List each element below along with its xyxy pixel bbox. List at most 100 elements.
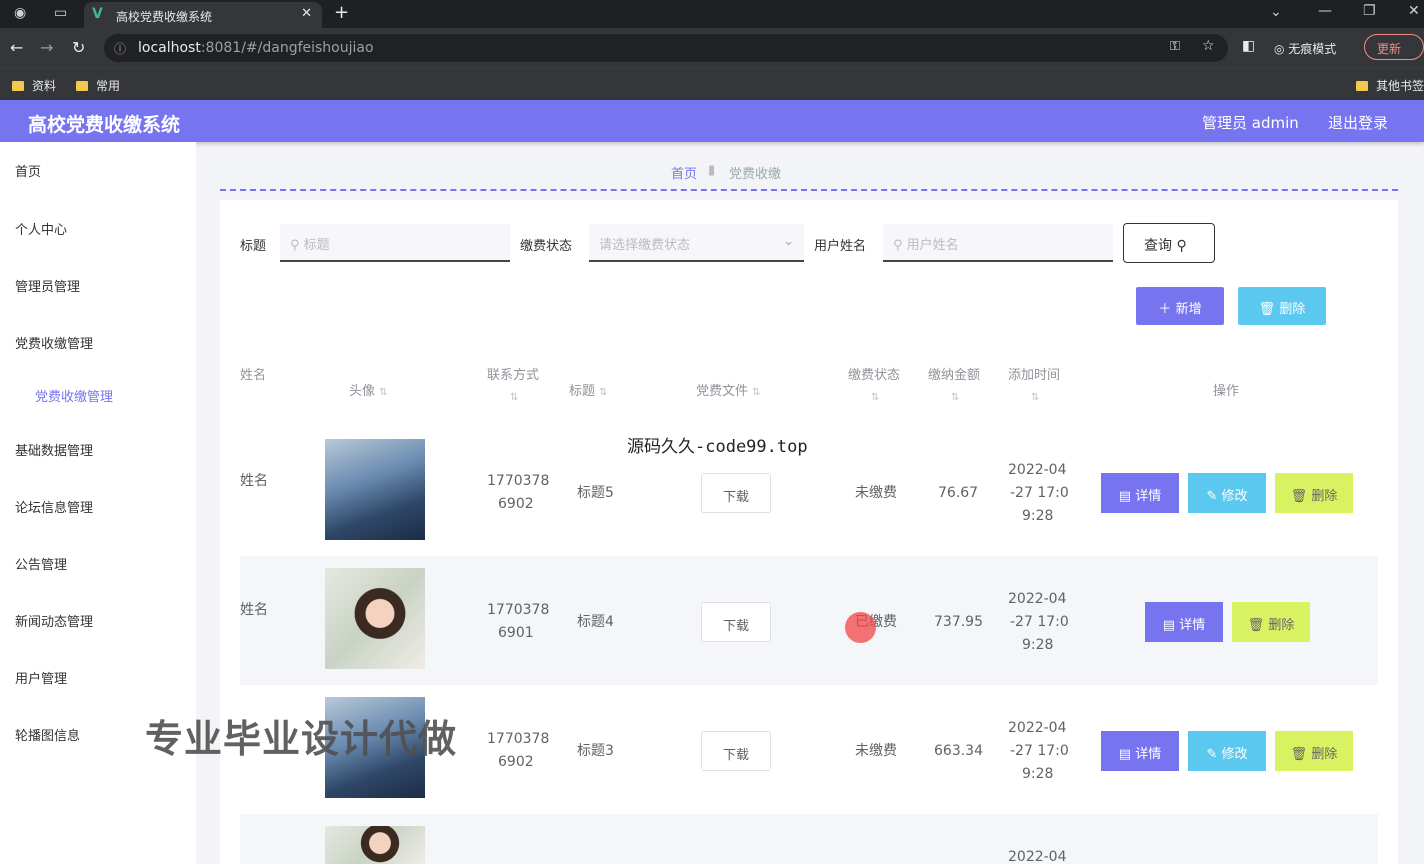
cell-status: 未缴费 [855, 485, 897, 501]
browser-tab[interactable]: V 高校党费收缴系统 ✕ [84, 2, 322, 28]
search-icon: ⚲ [1176, 238, 1187, 254]
sidebar-item-profile[interactable]: 个人中心 [15, 219, 67, 238]
query-button[interactable]: 查询 ⚲ [1123, 223, 1215, 263]
cell-time: 2022-04 [1008, 720, 1067, 736]
download-button[interactable]: 下载 [701, 473, 771, 513]
info-icon[interactable]: ⓘ [114, 40, 126, 57]
download-button[interactable]: 下载 [701, 602, 771, 642]
sort-icon[interactable]: ⇅ [510, 392, 518, 403]
cell-time: 9:28 [1022, 637, 1054, 653]
bookmarks-bar: 资料 常用 其他书签 [0, 68, 1424, 100]
url-input[interactable]: ⓘ localhost:8081/#/dangfeishoujiao ⚿ ☆ [104, 34, 1228, 62]
add-button[interactable]: ＋ 新增 [1136, 287, 1224, 325]
browser-menu-icon[interactable]: ◉ [14, 5, 26, 21]
detail-button[interactable]: ▤ 详情 [1101, 473, 1179, 513]
breadcrumb-divider [220, 189, 1398, 191]
delete-button[interactable]: 🗑 删除 [1275, 731, 1353, 771]
tab-search-icon[interactable]: ▭ [54, 5, 67, 21]
delete-button[interactable]: 🗑 删除 [1275, 473, 1353, 513]
cell-amount: 663.34 [934, 743, 983, 759]
cell-phone: 1770378 [487, 602, 550, 618]
name-filter-input[interactable]: ⚲ 用户姓名 [883, 224, 1113, 262]
trash-icon: 🗑 [1258, 302, 1280, 317]
download-button[interactable]: 下载 [701, 731, 771, 771]
chevron-down-icon[interactable]: ⌄ [1270, 4, 1282, 20]
edit-label: 修改 [1221, 489, 1248, 504]
sort-icon[interactable]: ⇅ [951, 392, 959, 403]
sidebar-item-forum[interactable]: 论坛信息管理 [15, 497, 93, 516]
trash-icon: 🗑 [1290, 747, 1312, 762]
cell-time: 2022-04 [1008, 462, 1067, 478]
incognito-label: 无痕模式 [1288, 42, 1337, 56]
trash-icon: 🗑 [1290, 489, 1312, 504]
minimize-icon[interactable]: — [1318, 3, 1332, 19]
other-bookmarks[interactable]: 其他书签 [1356, 77, 1424, 94]
new-tab-icon[interactable]: + [334, 2, 349, 23]
delete-button[interactable]: 🗑 删除 [1232, 602, 1310, 642]
header-amount: 缴纳金额 [928, 368, 981, 383]
sidepanel-icon[interactable]: ◧ [1242, 38, 1255, 54]
reload-icon[interactable]: ↻ [72, 38, 85, 57]
url-text: localhost:8081/#/dangfeishoujiao [138, 40, 374, 56]
sort-icon: ⇅ [752, 387, 761, 398]
delete-label: 删除 [1311, 747, 1338, 762]
browser-tab-bar: ◉ ▭ V 高校党费收缴系统 ✕ + ⌄ — ❐ ✕ [0, 0, 1424, 28]
title-filter-input[interactable]: ⚲ 标题 [280, 224, 510, 262]
star-icon[interactable]: ☆ [1202, 38, 1215, 54]
folder-icon [76, 81, 88, 91]
detail-label: 详情 [1135, 489, 1162, 504]
key-icon[interactable]: ⚿ [1170, 39, 1180, 54]
sidebar-item-dues[interactable]: 党费收缴管理 [15, 333, 93, 352]
status-filter-select[interactable]: 请选择缴费状态 ⌄ [589, 224, 804, 262]
header-title[interactable]: 标题 ⇅ [569, 380, 608, 399]
title-filter-placeholder: 标题 [303, 238, 330, 253]
detail-button[interactable]: ▤ 详情 [1101, 731, 1179, 771]
name-filter-label: 用户姓名 [814, 239, 867, 254]
cursor-highlight [845, 612, 876, 643]
edit-button[interactable]: ✎ 修改 [1188, 731, 1266, 771]
header-file[interactable]: 党费文件 ⇅ [696, 380, 761, 399]
header-status: 缴费状态 [848, 368, 901, 383]
back-icon[interactable]: ← [10, 38, 23, 57]
search-icon: ⚲ [893, 238, 907, 253]
folder-icon [12, 81, 24, 91]
sidebar-item-admins[interactable]: 管理员管理 [15, 276, 80, 295]
close-window-icon[interactable]: ✕ [1408, 3, 1420, 19]
forward-icon[interactable]: → [40, 38, 53, 57]
detail-label: 详情 [1135, 747, 1162, 762]
logout-button[interactable]: 退出登录 [1328, 112, 1388, 133]
sidebar-item-basic-data[interactable]: 基础数据管理 [15, 440, 93, 459]
app-header: 高校党费收缴系统 管理员 admin 退出登录 [0, 100, 1424, 142]
delete-label: 删除 [1268, 618, 1295, 633]
cell-title: 标题5 [577, 485, 614, 501]
cell-phone: 6902 [498, 754, 534, 770]
sidebar-item-users[interactable]: 用户管理 [15, 668, 67, 687]
edit-button[interactable]: ✎ 修改 [1188, 473, 1266, 513]
sort-icon[interactable]: ⇅ [871, 392, 879, 403]
sidebar-item-home[interactable]: 首页 [15, 161, 41, 180]
maximize-icon[interactable]: ❐ [1363, 3, 1376, 19]
cell-title: 标题3 [577, 743, 614, 759]
cell-time: -27 17:0 [1010, 485, 1069, 501]
sidebar-item-notices[interactable]: 公告管理 [15, 554, 67, 573]
cell-time: 9:28 [1022, 508, 1054, 524]
close-tab-icon[interactable]: ✕ [301, 6, 312, 21]
bookmark-folder[interactable]: 资料 [12, 77, 56, 94]
other-bookmarks-label: 其他书签 [1376, 79, 1424, 93]
name-filter-placeholder: 用户姓名 [906, 238, 959, 253]
sidebar-item-carousel[interactable]: 轮播图信息 [15, 725, 80, 744]
detail-button[interactable]: ▤ 详情 [1145, 602, 1223, 642]
update-button[interactable]: 更新 [1364, 34, 1424, 60]
sidebar-subitem-dues[interactable]: 党费收缴管理 [35, 386, 113, 405]
add-label: 新增 [1175, 302, 1202, 317]
plus-icon: ＋ [1158, 302, 1176, 317]
incognito-indicator[interactable]: ◎ 无痕模式 [1274, 40, 1336, 57]
sort-icon[interactable]: ⇅ [1031, 392, 1039, 403]
breadcrumb-home[interactable]: 首页 [671, 163, 697, 182]
tab-title: 高校党费收缴系统 [116, 10, 213, 24]
batch-delete-button[interactable]: 🗑 删除 [1238, 287, 1326, 325]
search-icon: ⚲ [290, 238, 304, 253]
sidebar-item-news[interactable]: 新闻动态管理 [15, 611, 93, 630]
header-avatar[interactable]: 头像 ⇅ [349, 380, 388, 399]
bookmark-folder[interactable]: 常用 [76, 77, 120, 94]
